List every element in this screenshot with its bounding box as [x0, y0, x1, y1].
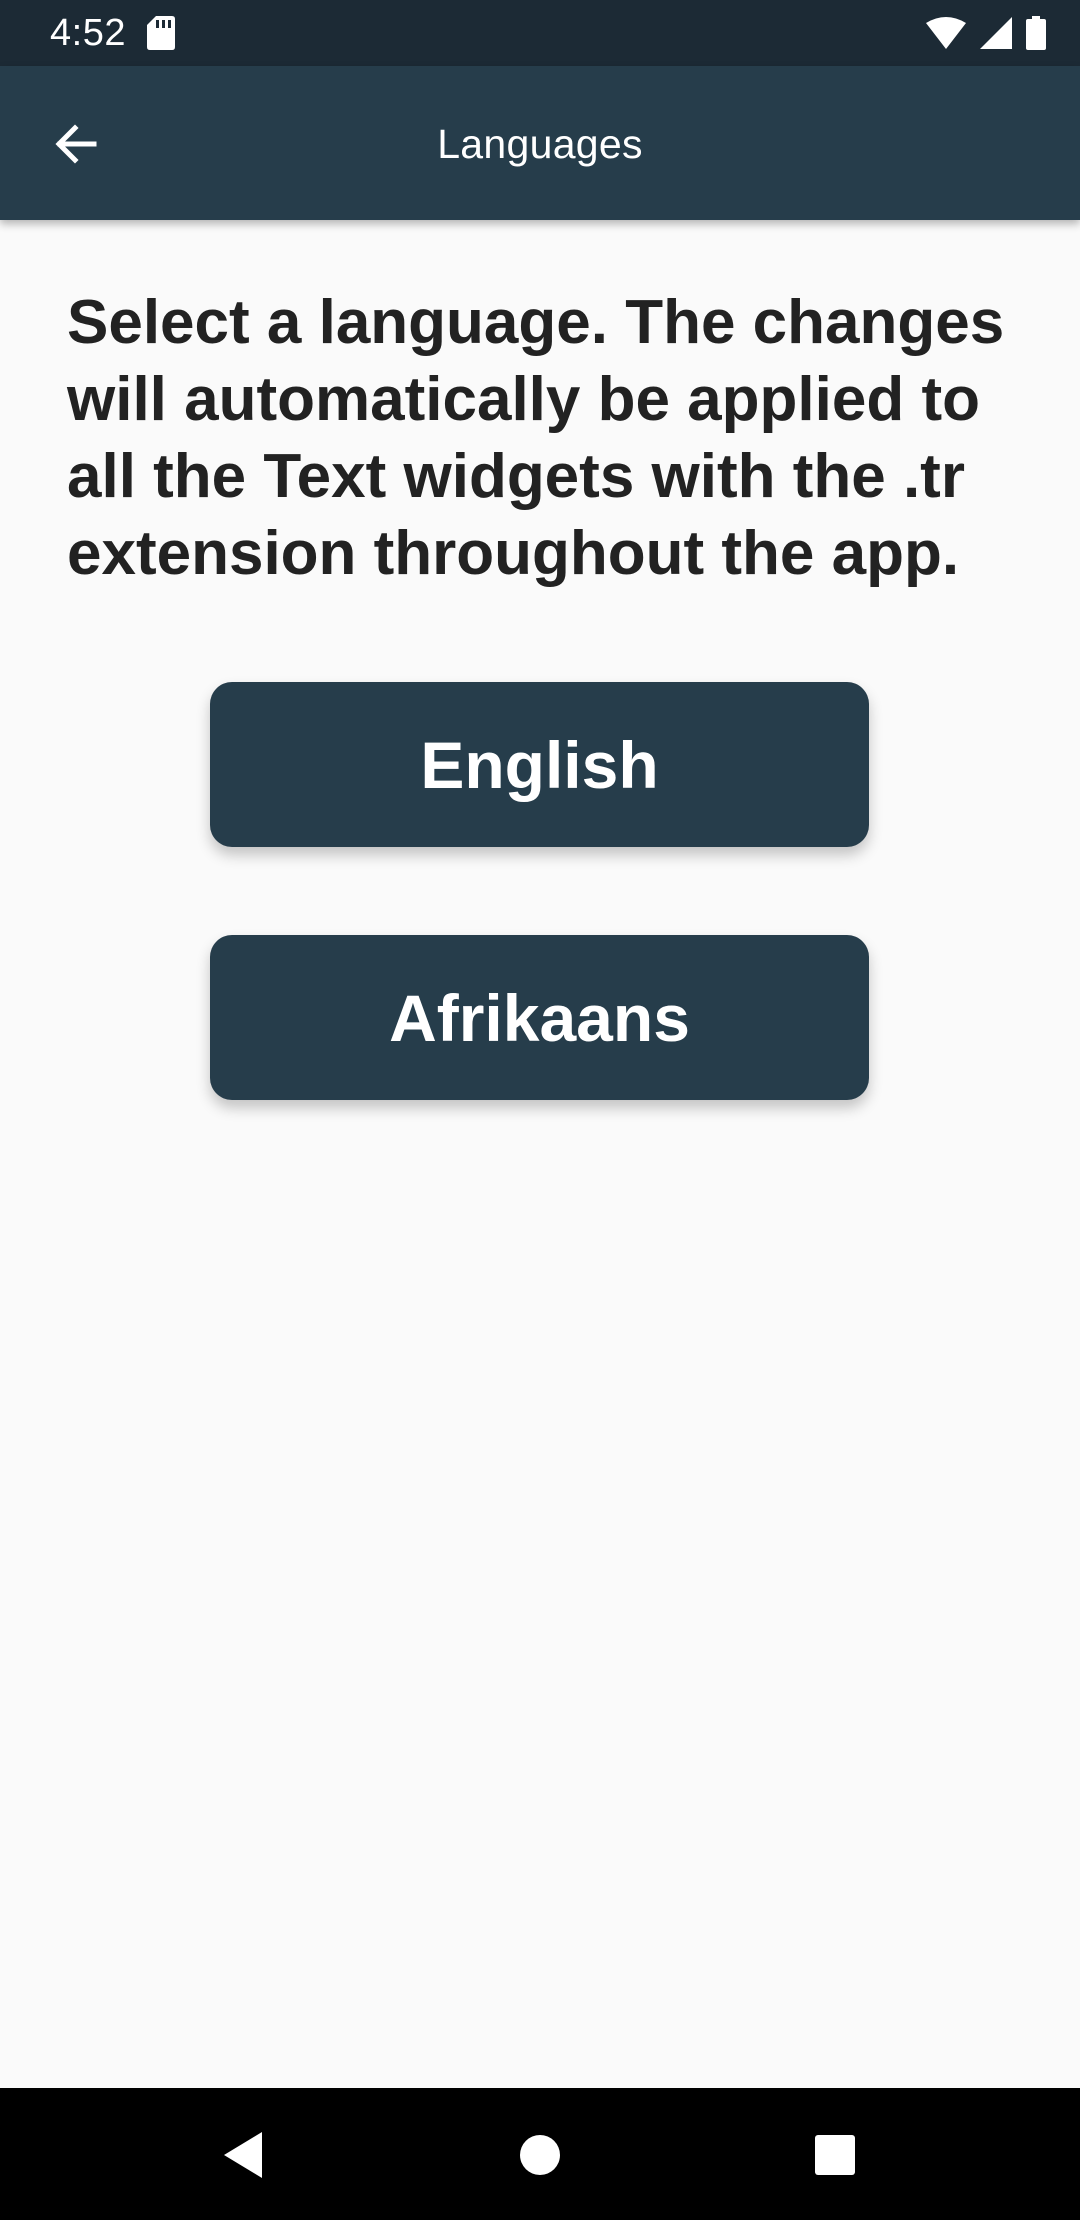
battery-icon [1026, 16, 1046, 50]
status-time: 4:52 [50, 12, 126, 54]
page-title: Languages [437, 121, 643, 167]
cell-signal-icon [980, 17, 1012, 49]
english-language-button[interactable]: English [210, 682, 869, 847]
language-instructions: Select a language. The changes will auto… [67, 288, 1005, 588]
status-icons [926, 14, 1046, 52]
nav-recents-icon[interactable] [800, 2120, 870, 2190]
system-nav-bar [0, 2088, 1080, 2220]
sd-card-icon [147, 16, 175, 50]
wifi-icon [926, 17, 966, 49]
afrikaans-language-button[interactable]: Afrikaans [210, 935, 869, 1100]
app-bar: Languages [0, 66, 1080, 220]
status-bar: 4:52 [0, 0, 1080, 66]
nav-home-icon[interactable] [505, 2120, 575, 2190]
nav-back-icon[interactable] [210, 2120, 280, 2190]
